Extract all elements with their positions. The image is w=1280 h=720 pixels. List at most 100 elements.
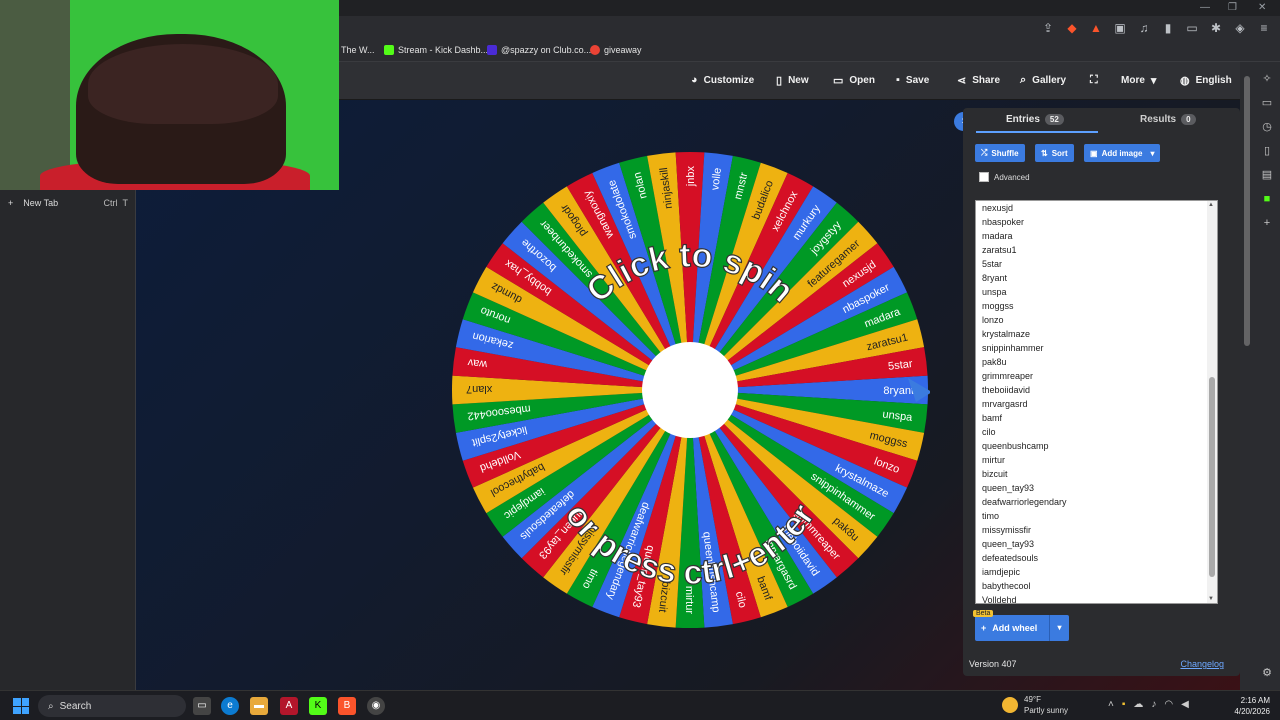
- entry-line[interactable]: krystalmaze: [982, 327, 1067, 341]
- tray-app-icon[interactable]: ▪: [1122, 699, 1126, 710]
- page-scrollbar-thumb[interactable]: [1244, 76, 1250, 346]
- bookmark-item[interactable]: The W...: [341, 45, 375, 55]
- scroll-up-icon[interactable]: ▲: [1208, 202, 1214, 208]
- entries-scrollbar[interactable]: ▲ ▼: [1207, 201, 1217, 603]
- entry-line[interactable]: grimmreaper: [982, 369, 1067, 383]
- brave-shields-icon[interactable]: ◆: [1064, 20, 1080, 36]
- entry-line[interactable]: queen_tay93: [982, 537, 1067, 551]
- entry-line[interactable]: bizcuit: [982, 467, 1067, 481]
- entry-line[interactable]: nexusjd: [982, 201, 1067, 215]
- new-tab-button[interactable]: + New Tab Ctrl T: [8, 198, 128, 208]
- open-button[interactable]: ▭ Open: [833, 74, 875, 87]
- more-button[interactable]: More ▾: [1121, 74, 1156, 87]
- taskbar-clock[interactable]: 2:16 AM 4/20/2026: [1222, 695, 1270, 717]
- reading-list-icon[interactable]: ▤: [1260, 168, 1274, 182]
- restore-icon[interactable]: ❐: [1228, 2, 1237, 13]
- tab-entries[interactable]: Entries 52: [1006, 114, 1064, 125]
- entry-line[interactable]: cilo: [982, 425, 1067, 439]
- entry-line[interactable]: deafwarriorlegendary: [982, 495, 1067, 509]
- task-view-icon[interactable]: ▭: [193, 697, 211, 715]
- screen-icon[interactable]: ▭: [1260, 96, 1274, 110]
- brave-icon[interactable]: B: [338, 697, 356, 715]
- settings-icon[interactable]: ⚙: [1260, 666, 1274, 680]
- sidebar-toggle-icon[interactable]: ▮: [1160, 20, 1176, 36]
- entry-line[interactable]: madara: [982, 229, 1067, 243]
- wallet-icon[interactable]: ▭: [1184, 20, 1200, 36]
- weather-widget[interactable]: 49°F Partly sunny: [1002, 694, 1068, 716]
- kick-icon[interactable]: ■: [1260, 192, 1274, 206]
- entry-line[interactable]: pak8u: [982, 355, 1067, 369]
- entry-line[interactable]: Volldehd: [982, 593, 1067, 603]
- kick-app-icon[interactable]: K: [309, 697, 327, 715]
- add-wheel-dropdown[interactable]: ▾: [1049, 615, 1069, 641]
- entry-line[interactable]: zaratsu1: [982, 243, 1067, 257]
- entry-line[interactable]: 8ryant: [982, 271, 1067, 285]
- windows-start-icon[interactable]: [13, 698, 29, 714]
- scrollbar-thumb[interactable]: [1209, 377, 1215, 577]
- tab-search-icon[interactable]: ▣: [1112, 20, 1128, 36]
- entry-line[interactable]: queenbushcamp: [982, 439, 1067, 453]
- add-image-button[interactable]: ▣ Add image ▾: [1084, 144, 1161, 162]
- language-button[interactable]: ◍ English: [1180, 74, 1232, 87]
- chevron-up-icon[interactable]: ˄: [1108, 699, 1114, 710]
- entry-line[interactable]: babythecool: [982, 579, 1067, 593]
- wheel-svg[interactable]: 8ryantunspamoggsslonzokrystalmazesnippin…: [450, 150, 930, 630]
- menu-icon[interactable]: ≡: [1256, 20, 1272, 36]
- history-icon[interactable]: ◷: [1260, 120, 1274, 134]
- scroll-down-icon[interactable]: ▼: [1208, 596, 1214, 602]
- wifi-icon[interactable]: ◠: [1164, 699, 1173, 710]
- entry-line[interactable]: mirtur: [982, 453, 1067, 467]
- entry-line[interactable]: missymissfir: [982, 523, 1067, 537]
- entry-line[interactable]: mrvargasrd: [982, 397, 1067, 411]
- checkbox-box[interactable]: [979, 172, 989, 182]
- fullscreen-button[interactable]: ⛶: [1090, 74, 1098, 87]
- sort-button[interactable]: ⇅ Sort: [1035, 144, 1074, 162]
- entry-line[interactable]: moggss: [982, 299, 1067, 313]
- media-icon[interactable]: ♫: [1136, 20, 1152, 36]
- app-a-icon[interactable]: A: [280, 697, 298, 715]
- entry-line[interactable]: lonzo: [982, 313, 1067, 327]
- obs-icon[interactable]: ◉: [367, 697, 385, 715]
- page-scrollbar[interactable]: [1240, 62, 1254, 690]
- bookmark-item[interactable]: giveaway: [590, 45, 642, 55]
- customize-button[interactable]: ◕ Customize: [691, 74, 754, 86]
- edge-icon[interactable]: e: [221, 697, 239, 715]
- entry-line[interactable]: timo: [982, 509, 1067, 523]
- entry-line[interactable]: nbaspoker: [982, 215, 1067, 229]
- extensions-icon[interactable]: ✱: [1208, 20, 1224, 36]
- changelog-link[interactable]: Changelog: [1180, 659, 1224, 669]
- entries-textarea[interactable]: nexusjd nbaspoker madara zaratsu1 5star 8ryan…: [975, 200, 1218, 604]
- tab-results[interactable]: Results 0: [1140, 114, 1196, 125]
- bookmark-item[interactable]: @spazzy on Club.co...: [487, 45, 591, 55]
- entry-line[interactable]: queen_tay93: [982, 481, 1067, 495]
- minimize-icon[interactable]: —: [1200, 2, 1210, 13]
- entry-line[interactable]: 5star: [982, 257, 1067, 271]
- share-button[interactable]: ⋖ Share: [957, 74, 1000, 87]
- tray-cloud-icon[interactable]: ☁: [1133, 699, 1143, 710]
- wheel-center[interactable]: [642, 342, 738, 438]
- entry-line[interactable]: iamdjepic: [982, 565, 1067, 579]
- entry-line[interactable]: bamf: [982, 411, 1067, 425]
- shuffle-button[interactable]: ⤮ Shuffle: [975, 144, 1025, 162]
- entry-line[interactable]: defeatedsouls: [982, 551, 1067, 565]
- spin-wheel[interactable]: 8ryant unspa moggss lonzo krystalmaze snippin…: [450, 150, 930, 630]
- add-panel-icon[interactable]: +: [1260, 216, 1274, 230]
- advanced-checkbox[interactable]: Advanced: [979, 172, 1030, 182]
- entry-line[interactable]: snippinhammer: [982, 341, 1067, 355]
- bookmark-item[interactable]: Stream - Kick Dashb...: [384, 45, 488, 55]
- ai-icon[interactable]: ✧: [1260, 72, 1274, 86]
- brave-rewards-icon[interactable]: ▲: [1088, 20, 1104, 36]
- entry-line[interactable]: unspa: [982, 285, 1067, 299]
- bookmark-icon[interactable]: ▯: [1260, 144, 1274, 158]
- volume-icon[interactable]: ◀: [1181, 699, 1189, 710]
- save-button[interactable]: ▪ Save: [896, 74, 929, 86]
- entry-line[interactable]: theboiidavid: [982, 383, 1067, 397]
- add-wheel-button[interactable]: + Add wheel ▾: [975, 615, 1069, 641]
- close-icon[interactable]: ✕: [1258, 2, 1266, 13]
- vpn-icon[interactable]: ◈: [1232, 20, 1248, 36]
- new-button[interactable]: ▯ New: [776, 74, 809, 87]
- taskbar-search[interactable]: ⌕ Search: [38, 695, 186, 717]
- gallery-button[interactable]: ⌕ Gallery: [1020, 74, 1066, 87]
- share-page-icon[interactable]: ⇪: [1040, 20, 1056, 36]
- microphone-icon[interactable]: ♪: [1151, 699, 1156, 710]
